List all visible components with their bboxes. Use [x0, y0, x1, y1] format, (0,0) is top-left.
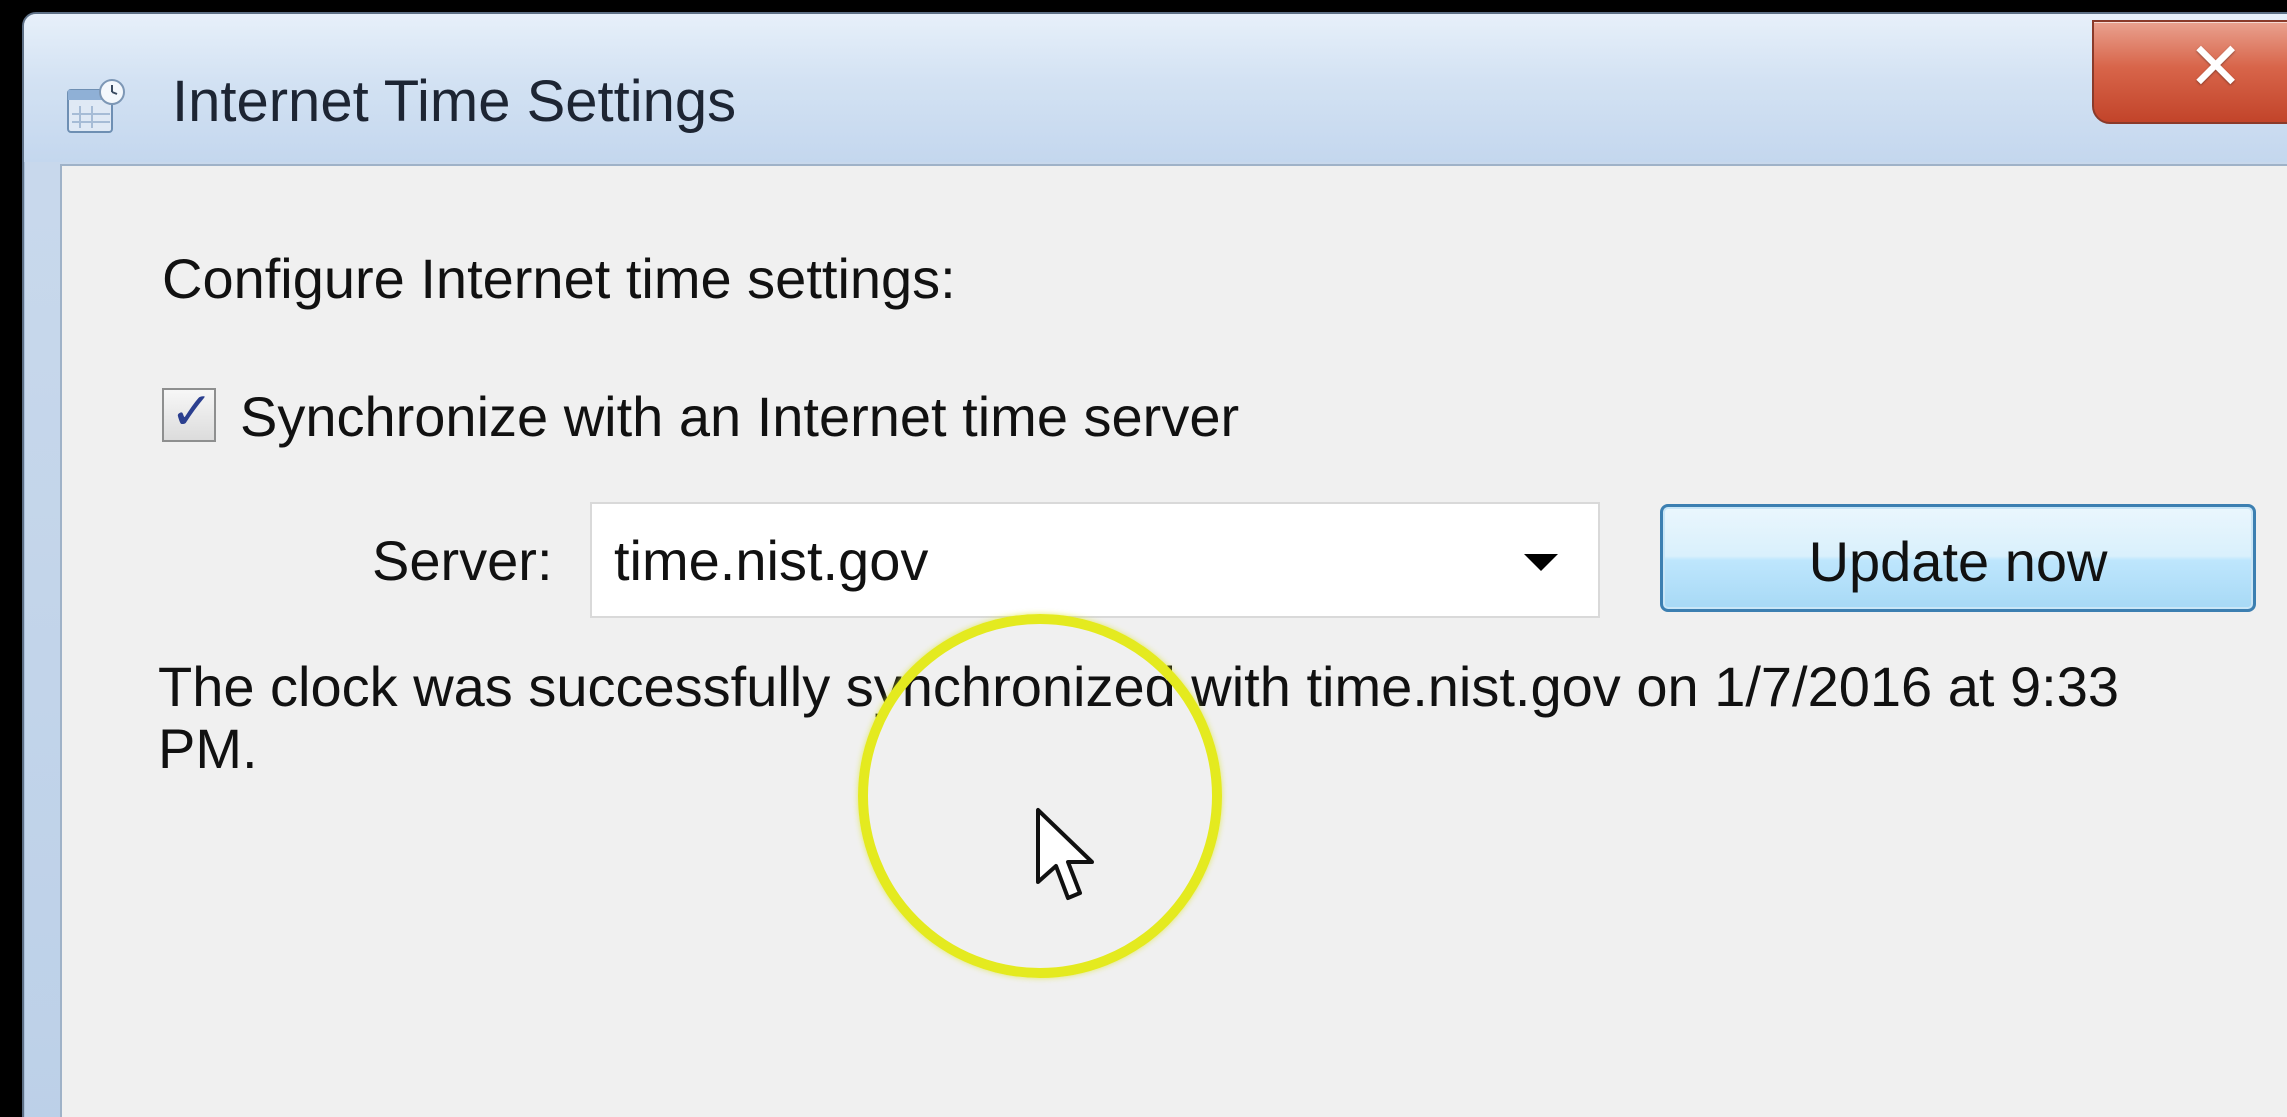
dialog-content: Configure Internet time settings: ✓ Sync…	[60, 164, 2287, 1117]
mouse-pointer-icon	[1036, 808, 1094, 900]
window-title: Internet Time Settings	[172, 69, 737, 134]
checkmark-icon: ✓	[170, 383, 214, 441]
server-value[interactable]: time.nist.gov	[614, 528, 928, 593]
update-now-label: Update now	[1808, 530, 2108, 593]
close-icon: ✕	[2188, 29, 2244, 103]
title-bar[interactable]: Internet Time Settings ✕	[24, 14, 2287, 162]
dropdown-arrow-icon[interactable]	[1524, 554, 1558, 571]
synchronize-checkbox-label[interactable]: Synchronize with an Internet time server	[240, 384, 1239, 449]
click-highlight-circle	[858, 614, 1222, 978]
synchronize-checkbox[interactable]: ✓	[162, 383, 216, 442]
server-label: Server:	[372, 529, 553, 592]
section-heading: Configure Internet time settings:	[162, 247, 956, 310]
internet-time-settings-dialog: Internet Time Settings ✕ Configure Inter…	[22, 12, 2287, 1117]
update-now-button[interactable]: Update now	[1660, 504, 2256, 612]
date-time-icon	[67, 79, 125, 133]
close-button[interactable]: ✕	[2092, 20, 2287, 124]
screen: Internet Time Settings ✕ Configure Inter…	[0, 0, 2287, 1117]
server-combobox[interactable]: time.nist.gov	[590, 502, 1600, 618]
